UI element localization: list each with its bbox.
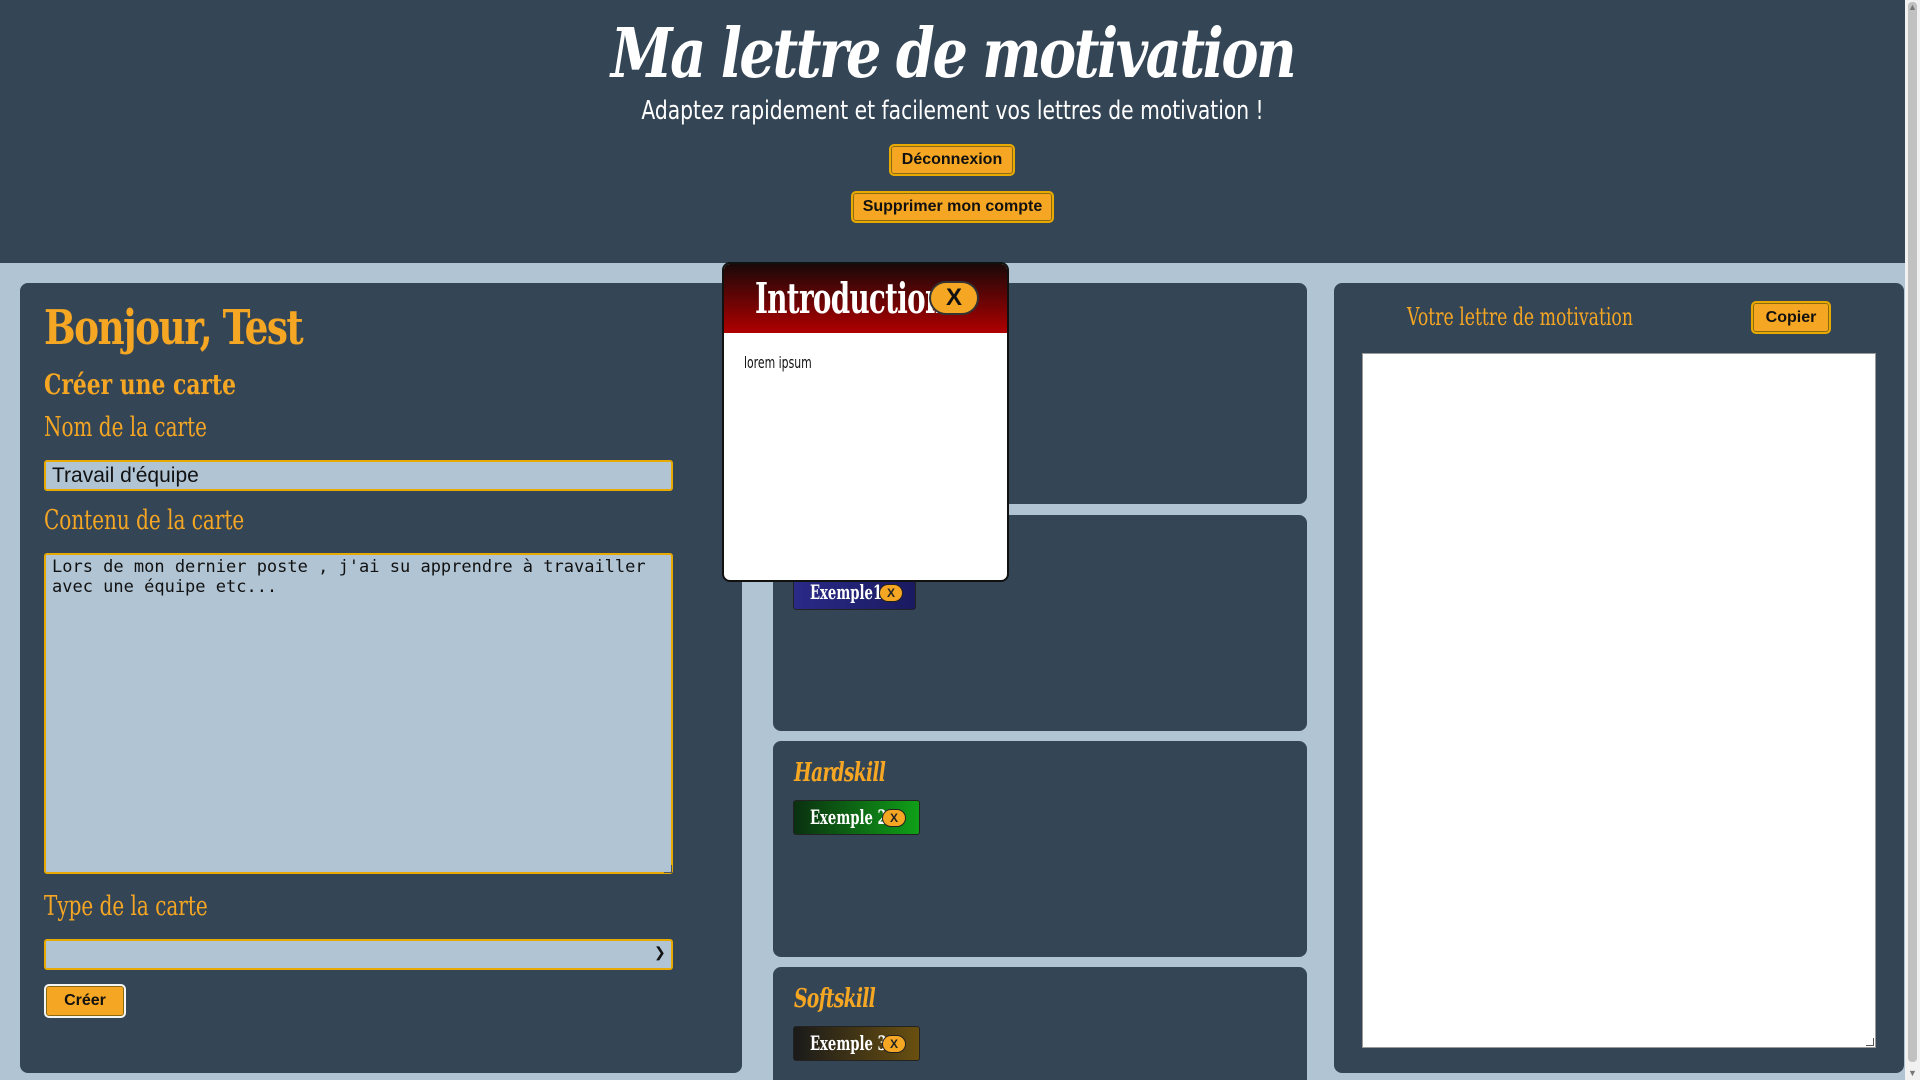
card-type-label: Type de la carte (44, 891, 208, 922)
logout-button[interactable]: Déconnexion (889, 144, 1015, 176)
copy-button[interactable]: Copier (1751, 301, 1831, 334)
scrollbar-thumb[interactable] (1908, 2, 1917, 1062)
card-chip[interactable]: Exemple 2 X (793, 800, 920, 835)
category-title-softskill: Softskill (794, 984, 876, 1014)
remove-card-button[interactable]: X (880, 585, 902, 601)
category-title-hardskill: Hardskill (794, 758, 886, 788)
letter-title: Votre lettre de motivation (1407, 303, 1633, 331)
create-button[interactable]: Créer (44, 984, 126, 1018)
card-chip-label: Exemple1 (810, 580, 883, 604)
card-content-label: Contenu de la carte (44, 505, 245, 536)
modal-body-text: lorem ipsum (744, 353, 812, 372)
card-name-label: Nom de la carte (44, 412, 207, 443)
scroll-up-arrow-icon[interactable]: ▲ (1905, 0, 1920, 14)
modal-close-button[interactable]: X (931, 283, 977, 313)
delete-account-button[interactable]: Supprimer mon compte (851, 191, 1054, 223)
card-content-textarea[interactable]: Lors de mon dernier poste , j'ai su appr… (44, 553, 673, 874)
remove-card-button[interactable]: X (883, 1036, 905, 1052)
modal-header: Introduction X (724, 264, 1007, 333)
card-name-input[interactable]: Travail d'équipe (44, 460, 673, 491)
greeting: Bonjour, Test (44, 300, 304, 356)
card-chip-label: Exemple 2 (810, 805, 887, 829)
chevron-down-icon: ❯ (654, 944, 666, 960)
introduction-modal: Introduction X lorem ipsum (722, 262, 1009, 582)
letter-resize-handle[interactable] (1866, 1038, 1874, 1046)
app-title: Ma lettre de motivation (610, 14, 1297, 94)
card-chip-label: Exemple 3 (810, 1031, 887, 1055)
letter-textarea[interactable] (1362, 353, 1876, 1048)
card-type-select[interactable] (44, 939, 673, 970)
app-subtitle: Adaptez rapidement et facilement vos let… (641, 96, 1264, 126)
card-chip[interactable]: Exemple 3 X (793, 1026, 920, 1061)
modal-title: Introduction (755, 274, 945, 323)
scroll-down-arrow-icon[interactable]: ▼ (1905, 1066, 1920, 1080)
textarea-resize-handle[interactable] (664, 865, 672, 873)
create-card-title: Créer une carte (44, 368, 236, 401)
header: Ma lettre de motivation Adaptez rapideme… (0, 0, 1905, 263)
remove-card-button[interactable]: X (883, 810, 905, 826)
